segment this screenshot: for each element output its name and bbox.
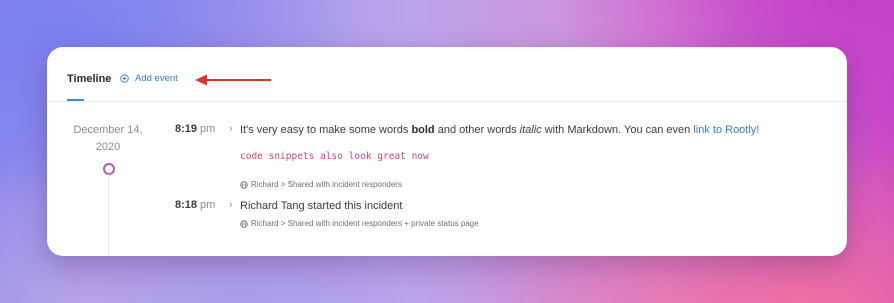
chevron-right-icon[interactable]: › [229,199,233,211]
red-arrow-icon [195,74,271,86]
tab-timeline[interactable]: Timeline [67,73,111,85]
rootly-link[interactable]: link to Rootly! [693,124,759,136]
code-snippet: code snippets also look great now [240,151,429,162]
chevron-right-icon[interactable]: › [229,123,233,135]
timeline-line [108,174,109,256]
globe-icon [240,219,248,228]
event-time-value: 8:19 [175,123,198,135]
event-meta: Richard > Shared with incident responder… [240,219,479,228]
globe-icon [240,180,248,189]
event-meta-text: Richard > Shared with incident responder… [251,180,402,189]
date-line-1: December 14, [73,124,143,136]
date-line-2: 2020 [95,141,121,153]
event-date: December 14, 2020 [67,122,149,156]
event-time-ampm: pm [200,123,216,135]
tab-bar: Timeline Add event [47,47,847,102]
event-meta-text: Richard > Shared with incident responder… [251,219,479,228]
event-text-bold: bold [411,124,435,136]
event-message: Richard Tang started this incident [240,200,403,212]
event-message: It's very easy to make some words bold a… [240,124,759,136]
active-tab-indicator [67,99,84,101]
event-text-segment: and other words [434,124,520,136]
timeline-dot [103,163,115,175]
event-text-segment: with Markdown. You can even [541,124,694,136]
plus-circle-icon [120,74,129,83]
event-time: 8:18 pm [175,199,215,211]
event-time-value: 8:18 [175,199,198,211]
timeline-card: Timeline Add event December 14, 2020 8:1… [47,47,847,256]
add-event-label: Add event [135,73,178,84]
add-event-button[interactable]: Add event [120,73,178,84]
event-text-italic: italic [519,124,542,136]
event-meta: Richard > Shared with incident responder… [240,180,402,189]
event-time-ampm: pm [200,199,216,211]
event-text-segment: It's very easy to make some words [240,124,412,136]
event-time: 8:19 pm [175,123,215,135]
